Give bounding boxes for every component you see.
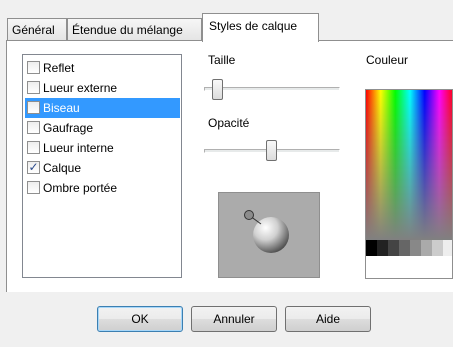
style-item-label: Lueur externe [43, 81, 118, 95]
cancel-button[interactable]: Annuler [191, 306, 277, 332]
style-item-label: Gaufrage [43, 121, 94, 135]
ok-button[interactable]: OK [97, 306, 183, 332]
checkbox[interactable] [27, 101, 40, 115]
gray-swatch[interactable] [421, 240, 432, 256]
styles-listbox[interactable]: Reflet Lueur externe Biseau Gaufrage Lue… [22, 54, 182, 278]
gray-swatch[interactable] [432, 240, 443, 256]
tab-layer-styles[interactable]: Styles de calque [202, 13, 319, 42]
tab-general[interactable]: Général [7, 18, 67, 41]
color-label: Couleur [366, 53, 409, 67]
size-slider-track[interactable] [204, 87, 340, 91]
opacity-label: Opacité [208, 116, 250, 130]
checkmark-icon: ✓ [28, 160, 39, 175]
style-item-reflet[interactable]: Reflet [25, 58, 180, 78]
ok-button-label: OK [131, 312, 149, 326]
opacity-slider-thumb[interactable] [265, 140, 277, 161]
checkbox[interactable] [27, 141, 40, 155]
checkbox[interactable] [27, 61, 40, 75]
checkbox[interactable] [27, 181, 40, 195]
gray-swatch[interactable] [399, 240, 410, 256]
checkbox-checked[interactable]: ✓ [27, 160, 40, 175]
style-item-label: Calque [43, 161, 82, 175]
style-item-label: Lueur interne [43, 141, 114, 155]
style-item-calque[interactable]: ✓ Calque [25, 158, 180, 178]
style-item-ombre-portee[interactable]: Ombre portée [25, 178, 180, 198]
bevel-preview[interactable] [218, 192, 320, 278]
style-item-label: Biseau [43, 101, 80, 115]
sphere-preview-icon [244, 210, 289, 253]
gray-swatch[interactable] [443, 240, 452, 256]
gray-swatch[interactable] [366, 240, 377, 256]
style-item-lueur-externe[interactable]: Lueur externe [25, 78, 180, 98]
tab-bar: Général Étendue du mélange Styles de cal… [0, 0, 453, 42]
tab-layer-styles-label: Styles de calque [209, 19, 298, 33]
gray-swatch[interactable] [377, 240, 388, 256]
style-item-label: Reflet [43, 61, 75, 75]
color-spectrum[interactable] [366, 90, 452, 240]
tab-blend-range-label: Étendue du mélange [72, 23, 183, 37]
color-picker[interactable] [365, 89, 453, 279]
cancel-button-label: Annuler [213, 312, 255, 326]
gray-swatches[interactable] [366, 240, 452, 256]
gray-swatch[interactable] [410, 240, 421, 256]
style-item-gaufrage[interactable]: Gaufrage [25, 118, 180, 138]
tab-general-label: Général [12, 23, 55, 37]
size-slider-thumb[interactable] [211, 79, 223, 100]
size-label: Taille [208, 53, 236, 67]
help-button-label: Aide [315, 312, 341, 326]
style-item-lueur-interne[interactable]: Lueur interne [25, 138, 180, 158]
style-item-label: Ombre portée [43, 181, 118, 195]
checkbox[interactable] [27, 81, 40, 95]
tab-blend-range[interactable]: Étendue du mélange [67, 18, 202, 41]
help-button[interactable]: Aide [285, 306, 371, 332]
gray-swatch[interactable] [388, 240, 399, 256]
checkbox[interactable] [27, 121, 40, 135]
style-item-biseau[interactable]: Biseau [25, 98, 180, 118]
